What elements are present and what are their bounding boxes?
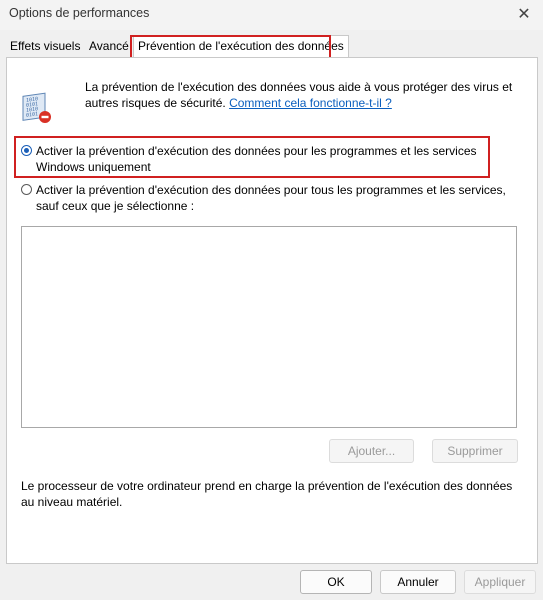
hardware-support-note: Le processeur de votre ordinateur prend … xyxy=(21,479,513,509)
window-title: Options de performances xyxy=(9,6,150,20)
tab-advanced[interactable]: Avancé xyxy=(85,36,133,56)
exceptions-listbox[interactable] xyxy=(21,226,517,428)
option-all-row[interactable]: Activer la prévention d'exécution des do… xyxy=(21,182,521,216)
cancel-button[interactable]: Annuler xyxy=(380,570,456,594)
radio-all[interactable] xyxy=(21,184,32,195)
title-bar: Options de performances ✕ xyxy=(0,0,543,30)
help-link[interactable]: Comment cela fonctionne-t-il ? xyxy=(229,96,392,110)
dep-shield-icon: 1010 0101 1010 0101 xyxy=(22,92,51,123)
apply-button[interactable]: Appliquer xyxy=(464,570,536,594)
add-button[interactable]: Ajouter... xyxy=(329,439,414,463)
dep-description: La prévention de l'exécution des données… xyxy=(85,79,525,111)
close-icon[interactable]: ✕ xyxy=(513,3,535,25)
ok-button[interactable]: OK xyxy=(300,570,372,594)
remove-button[interactable]: Supprimer xyxy=(432,439,518,463)
tab-visual-effects[interactable]: Effets visuels xyxy=(6,36,84,56)
tab-highlight-frame xyxy=(130,35,331,59)
option-all-label[interactable]: Activer la prévention d'exécution des do… xyxy=(36,182,506,214)
option-highlight-frame xyxy=(14,136,490,178)
